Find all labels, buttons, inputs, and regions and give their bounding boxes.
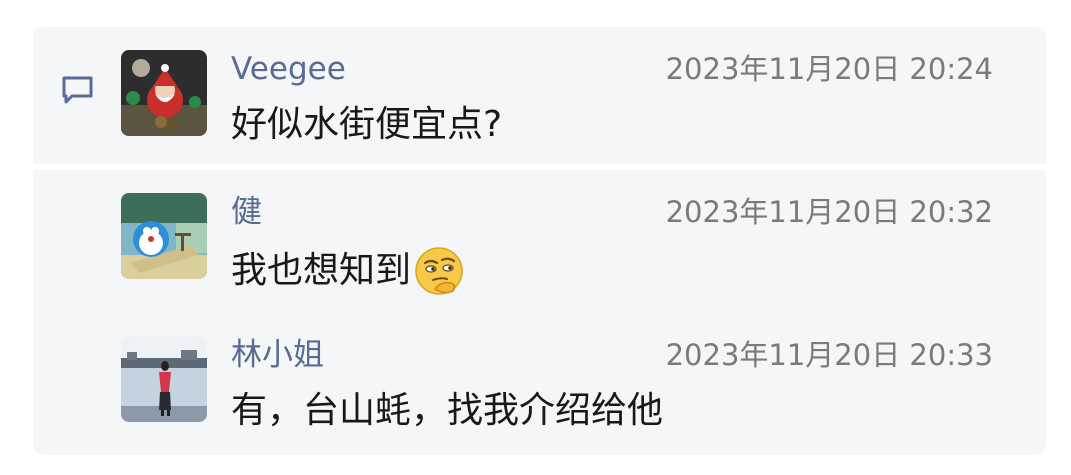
author-name[interactable]: 林小姐 — [231, 336, 324, 374]
comment-icon — [62, 76, 93, 104]
avatar[interactable] — [121, 193, 207, 279]
author-name[interactable]: Veegee — [231, 50, 346, 88]
author-name[interactable]: 健 — [231, 193, 262, 231]
comment-text: 有，台山蚝，找我介绍给他 — [231, 388, 663, 434]
comment-text-content: 好似水街便宜点? — [231, 104, 503, 145]
comment-item: 健 2023年11月20日 20:32 我也想知到 — [121, 193, 1001, 295]
lakeside-photo-avatar-icon — [121, 336, 207, 422]
divider — [33, 164, 1046, 170]
comment-item: 林小姐 2023年11月20日 20:33 有，台山蚝，找我介绍给他 — [121, 336, 1001, 436]
santa-avatar-icon — [121, 50, 207, 136]
comment-text-content: 有，台山蚝，找我介绍给他 — [231, 390, 664, 431]
comment-text-content: 我也想知到 — [231, 250, 412, 291]
comment-text: 好似水街便宜点? — [231, 102, 502, 148]
doraemon-avatar-icon — [121, 193, 207, 279]
avatar[interactable] — [121, 50, 207, 136]
timestamp: 2023年11月20日 20:32 — [665, 195, 993, 229]
avatar[interactable] — [121, 336, 207, 422]
comment-text: 我也想知到 — [231, 245, 465, 297]
timestamp: 2023年11月20日 20:33 — [665, 338, 993, 372]
thinking-face-emoji-icon — [415, 247, 463, 295]
timestamp: 2023年11月20日 20:24 — [665, 52, 993, 86]
comment-item: Veegee 2023年11月20日 20:24 好似水街便宜点? — [121, 50, 1001, 150]
